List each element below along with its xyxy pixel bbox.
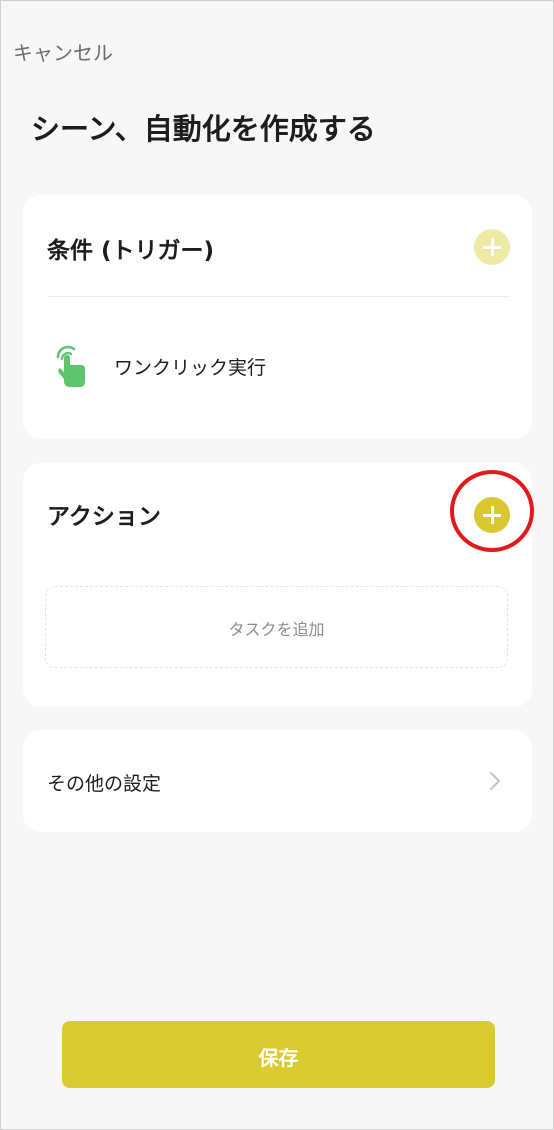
divider [47, 296, 510, 297]
add-condition-button[interactable] [474, 229, 510, 265]
condition-card: 条件 (トリガー) ワンクリック実行 [23, 195, 532, 439]
page-title: シーン、自動化を作成する [31, 112, 376, 146]
other-settings-row[interactable]: その他の設定 [23, 730, 532, 832]
cancel-button[interactable]: キャンセル [13, 37, 113, 66]
trigger-label: ワンクリック実行 [114, 357, 267, 379]
add-task-label: タスクを追加 [228, 620, 325, 639]
plus-icon-vertical [490, 238, 494, 256]
tap-hand-icon [56, 345, 85, 387]
trigger-item-one-click[interactable]: ワンクリック実行 [47, 340, 507, 392]
save-button[interactable]: 保存 [62, 1021, 495, 1088]
action-title: アクション [47, 504, 161, 530]
app-screen: キャンセル シーン、自動化を作成する 条件 (トリガー) ワンクリック実行 アク… [0, 0, 554, 1130]
other-settings-label: その他の設定 [47, 773, 162, 795]
plus-icon-vertical [490, 506, 494, 524]
save-label: 保存 [258, 1046, 299, 1070]
add-action-button[interactable] [474, 497, 510, 533]
action-card: アクション タスクを追加 [23, 463, 532, 707]
chevron-right-icon [490, 772, 500, 790]
add-task-area[interactable]: タスクを追加 [45, 586, 508, 668]
condition-title: 条件 (トリガー) [47, 238, 215, 264]
